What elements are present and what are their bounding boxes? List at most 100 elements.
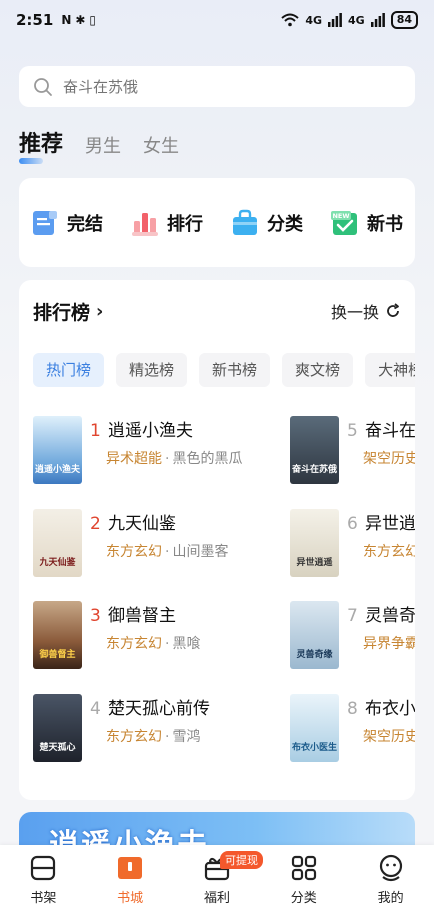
ranking-card: 排行榜 › 换一换 热门榜 精选榜 新书榜 爽文榜 大神榜 逍遥小渔夫 1 逍遥小… <box>19 280 415 800</box>
search-input[interactable] <box>63 77 393 96</box>
shortcut-ranking[interactable]: 排行 <box>131 209 203 237</box>
profile-icon <box>379 854 402 882</box>
nav-bookshelf[interactable]: 书架 <box>8 853 78 917</box>
book-title: 异世逍遥 <box>365 514 415 534</box>
new-book-icon: NEW <box>331 210 357 235</box>
tab-recommend[interactable]: 推荐 <box>19 126 63 164</box>
book-title: 楚天孤心前传 <box>108 699 210 719</box>
category-bag-icon <box>233 209 257 235</box>
ranking-book-item[interactable]: 布衣小医生 8 布衣小医生 架空历史 <box>290 694 415 762</box>
tab-male[interactable]: 男生 <box>85 132 121 158</box>
book-title: 御兽督主 <box>108 606 176 626</box>
document-icon <box>33 210 57 235</box>
ranking-tabs: 热门榜 精选榜 新书榜 爽文榜 大神榜 <box>33 353 415 387</box>
signal-label-2: 4G <box>348 13 365 27</box>
shortcut-ranking-label: 排行 <box>167 213 203 235</box>
bluetooth-icon: ✱ <box>75 13 86 27</box>
ranking-icon <box>132 212 158 236</box>
rank-number: 3 <box>90 606 101 626</box>
battery-indicator: 84 <box>390 11 418 29</box>
shortcut-new-book-label: 新书 <box>367 213 403 235</box>
book-genre: 架空历史 <box>363 729 415 745</box>
nav-category[interactable]: 分类 <box>269 853 339 917</box>
rank-tab-new[interactable]: 新书榜 <box>199 353 271 387</box>
bookshelf-icon <box>31 855 56 881</box>
withdraw-badge: 可提现 <box>219 851 263 869</box>
ranking-book-item[interactable]: 异世逍遥 6 异世逍遥 东方玄幻 <box>290 509 415 577</box>
rank-tab-cool[interactable]: 爽文榜 <box>282 353 354 387</box>
book-cover: 异世逍遥 <box>290 509 339 577</box>
wifi-icon <box>281 13 299 27</box>
nav-profile-label: 我的 <box>377 891 404 906</box>
rank-number: 7 <box>347 606 358 626</box>
book-genre: 东方玄幻 <box>106 729 162 745</box>
book-cover: 奋斗在苏俄 <box>290 416 339 484</box>
rank-tab-hot[interactable]: 热门榜 <box>33 353 105 387</box>
ranking-book-item[interactable]: 逍遥小渔夫 1 逍遥小渔夫 异术超能 · 黑色的黑瓜 <box>33 416 250 484</box>
book-genre: 东方玄幻 <box>363 544 415 560</box>
ranking-book-item[interactable]: 灵兽奇缘 7 灵兽奇缘 异界争霸 <box>290 601 415 669</box>
signal-icon-2 <box>370 13 385 27</box>
book-cover: 楚天孤心 <box>33 694 82 762</box>
shortcut-finished-label: 完结 <box>67 213 103 235</box>
rank-tab-master[interactable]: 大神榜 <box>365 353 415 387</box>
book-genre: 东方玄幻 <box>106 636 162 652</box>
book-cover: 灵兽奇缘 <box>290 601 339 669</box>
chevron-right-icon[interactable]: › <box>96 301 103 322</box>
book-cover: 九天仙鉴 <box>33 509 82 577</box>
n-icon: N <box>61 13 72 27</box>
nav-bookstore[interactable]: 书城 <box>95 853 165 917</box>
rank-number: 2 <box>90 514 101 534</box>
book-author: 山间墨客 <box>172 544 229 560</box>
book-genre: 异界争霸 <box>363 636 415 652</box>
rank-number: 1 <box>90 421 101 441</box>
book-author: 黑色的黑瓜 <box>172 451 243 467</box>
search-bar[interactable] <box>19 66 415 107</box>
book-title: 灵兽奇缘 <box>365 606 415 626</box>
book-genre: 架空历史 <box>363 451 415 467</box>
tab-female[interactable]: 女生 <box>143 132 179 158</box>
book-cover: 逍遥小渔夫 <box>33 416 82 484</box>
shortcut-category[interactable]: 分类 <box>231 209 303 237</box>
shortcut-category-label: 分类 <box>267 213 303 235</box>
nav-profile[interactable]: 我的 <box>356 853 426 917</box>
book-title: 逍遥小渔夫 <box>108 421 193 441</box>
rank-number: 5 <box>347 421 358 441</box>
bottom-nav: 书架 书城 福利 可提现 分类 我的 <box>0 845 434 917</box>
search-icon <box>34 77 52 96</box>
book-author: 黑喰 <box>172 636 201 652</box>
nav-bookshelf-label: 书架 <box>30 891 57 906</box>
ranking-book-item[interactable]: 御兽督主 3 御兽督主 东方玄幻 · 黑喰 <box>33 601 250 669</box>
ranking-title[interactable]: 排行榜 <box>33 298 90 325</box>
book-title: 布衣小医生 <box>365 699 415 719</box>
book-cover: 御兽督主 <box>33 601 82 669</box>
channel-tabs: 推荐 男生 女生 <box>19 118 179 164</box>
rank-tab-selected[interactable]: 精选榜 <box>116 353 188 387</box>
book-title: 奋斗在苏俄 <box>365 421 415 441</box>
svg-text:NEW: NEW <box>332 212 349 220</box>
book-genre: 东方玄幻 <box>106 544 162 560</box>
refresh-label: 换一换 <box>330 303 379 322</box>
status-bar: 2:51 N ✱ ▯ 4G 4G 84 <box>0 0 434 40</box>
shortcut-finished[interactable]: 完结 <box>31 209 103 237</box>
clock: 2:51 <box>16 11 54 29</box>
signal-icon <box>328 13 342 27</box>
rank-number: 6 <box>347 514 358 534</box>
refresh-button[interactable]: 换一换 <box>331 299 401 323</box>
shortcut-new-book[interactable]: NEW 新书 <box>331 209 403 237</box>
ranking-header: 排行榜 › 换一换 <box>33 298 401 324</box>
nav-welfare[interactable]: 福利 可提现 <box>182 851 263 917</box>
rank-number: 8 <box>347 699 358 719</box>
vibrate-icon: ▯ <box>89 13 97 27</box>
nav-bookstore-label: 书城 <box>117 891 144 906</box>
notification-icons: N ✱ ▯ <box>61 13 96 27</box>
nav-welfare-label: 福利 <box>203 891 230 906</box>
book-title: 九天仙鉴 <box>108 514 176 534</box>
refresh-icon <box>387 303 399 317</box>
shortcut-card: 完结 排行 分类 NEW 新书 <box>19 178 415 267</box>
ranking-book-item[interactable]: 九天仙鉴 2 九天仙鉴 东方玄幻 · 山间墨客 <box>33 509 250 577</box>
book-author: 雪鸿 <box>172 729 201 745</box>
ranking-book-item[interactable]: 奋斗在苏俄 5 奋斗在苏俄 架空历史 <box>290 416 415 484</box>
ranking-book-item[interactable]: 楚天孤心 4 楚天孤心前传 东方玄幻 · 雪鸿 <box>33 694 250 762</box>
book-genre: 异术超能 <box>106 451 162 467</box>
